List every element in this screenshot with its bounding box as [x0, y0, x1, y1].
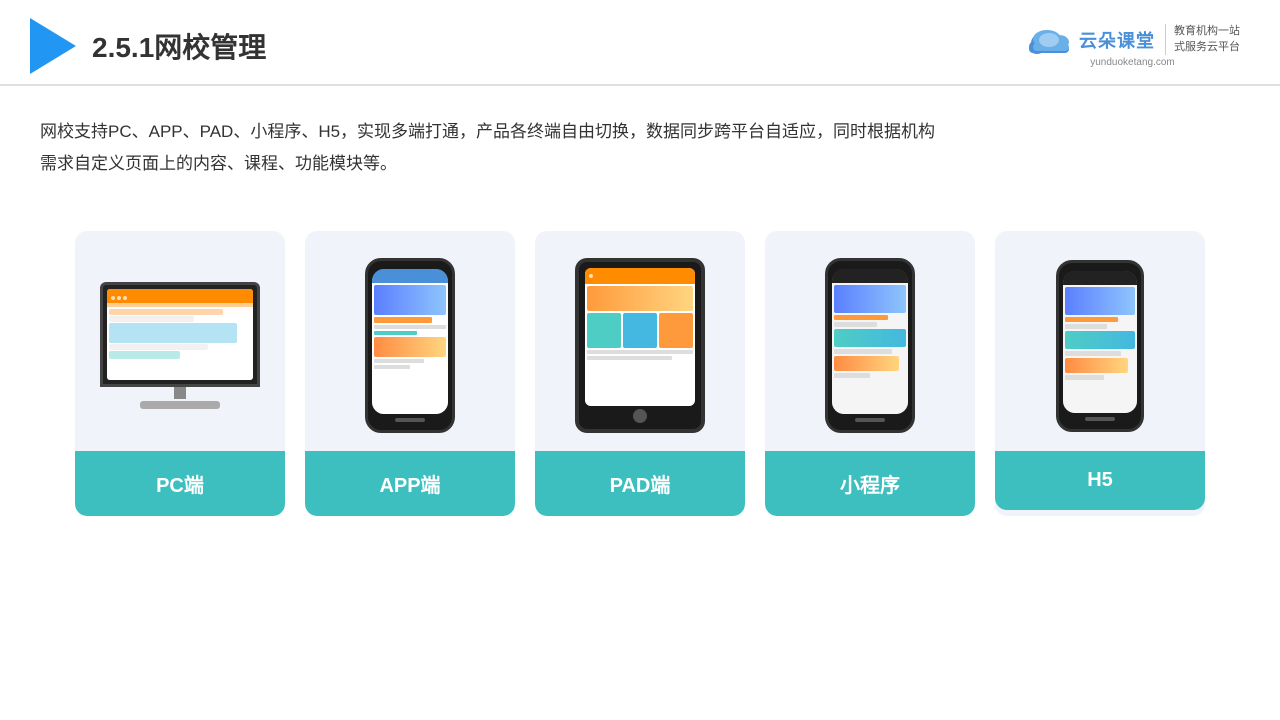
app-phone-mockup: [365, 258, 455, 433]
app-phone-screen: [372, 269, 448, 414]
h5-label: H5: [995, 451, 1205, 510]
pad-tablet-screen: [585, 268, 695, 406]
app-phone-notch: [395, 261, 425, 269]
brand-name: 云朵课堂: [1079, 27, 1155, 53]
h5-phone-screen: [1063, 271, 1137, 413]
logo-triangle-icon: [30, 18, 76, 74]
pc-sim-header: [107, 289, 253, 307]
brand-logo-icon: 云朵课堂 教育机构一站 式服务云平台: [1025, 24, 1240, 55]
pad-tablet-mockup: [575, 258, 705, 433]
brand-url: yunduoketang.com: [1090, 57, 1175, 68]
page-title: 2.5.1网校管理: [92, 26, 266, 66]
app-label: APP端: [305, 451, 515, 516]
miniprogram-phone-mockup: [825, 258, 915, 433]
header-right: 云朵课堂 教育机构一站 式服务云平台 yunduoketang.com: [1025, 24, 1240, 68]
app-phone-home-bar: [395, 418, 425, 422]
description-text: 网校支持PC、APP、PAD、小程序、H5，实现多端打通，产品各终端自由切换，数…: [0, 86, 1280, 191]
brand-tagline: 教育机构一站 式服务云平台: [1165, 24, 1240, 55]
h5-card: H5: [995, 231, 1205, 516]
pc-card: PC端: [75, 231, 285, 516]
miniprogram-label: 小程序: [765, 451, 975, 516]
pc-sim-body: [107, 307, 253, 380]
pc-image-area: [75, 231, 285, 451]
h5-screen-sim: [1063, 271, 1137, 413]
brand-tagline-line1: 教育机构一站: [1174, 24, 1240, 39]
header: 2.5.1网校管理 云朵课堂 教育机: [0, 0, 1280, 86]
description-line1: 网校支持PC、APP、PAD、小程序、H5，实现多端打通，产品各终端自由切换，数…: [40, 116, 1240, 148]
pc-screen-sim: [107, 289, 253, 380]
brand-logo: 云朵课堂 教育机构一站 式服务云平台 yunduoketang.com: [1025, 24, 1240, 68]
pad-tablet-home-button: [633, 409, 647, 423]
pad-card: PAD端: [535, 231, 745, 516]
miniprogram-screen-sim: [832, 269, 908, 414]
header-left: 2.5.1网校管理: [30, 18, 266, 74]
h5-image-area: [995, 231, 1205, 451]
h5-phone-mockup: [1056, 260, 1144, 432]
description-line2: 需求自定义页面上的内容、课程、功能模块等。: [40, 148, 1240, 180]
pc-label: PC端: [75, 451, 285, 516]
miniprogram-phone-screen: [832, 269, 908, 414]
pad-image-area: [535, 231, 745, 451]
miniprogram-image-area: [765, 231, 975, 451]
pc-screen-outer: [100, 282, 260, 387]
h5-phone-notch: [1085, 263, 1115, 271]
miniprogram-card: 小程序: [765, 231, 975, 516]
brand-tagline-line2: 式服务云平台: [1174, 40, 1240, 55]
app-screen-sim: [372, 269, 448, 414]
cloud-icon: [1025, 25, 1073, 55]
app-card: APP端: [305, 231, 515, 516]
miniprogram-phone-home-bar: [855, 418, 885, 422]
pad-screen-sim: [585, 268, 695, 406]
h5-phone-home-bar: [1085, 417, 1115, 421]
miniprogram-phone-notch: [855, 261, 885, 269]
app-image-area: [305, 231, 515, 451]
pc-base: [140, 401, 220, 409]
pad-label: PAD端: [535, 451, 745, 516]
pc-neck: [174, 387, 186, 399]
pc-mockup: [95, 282, 265, 409]
device-cards-container: PC端: [0, 201, 1280, 536]
pc-screen-inner: [107, 289, 253, 380]
